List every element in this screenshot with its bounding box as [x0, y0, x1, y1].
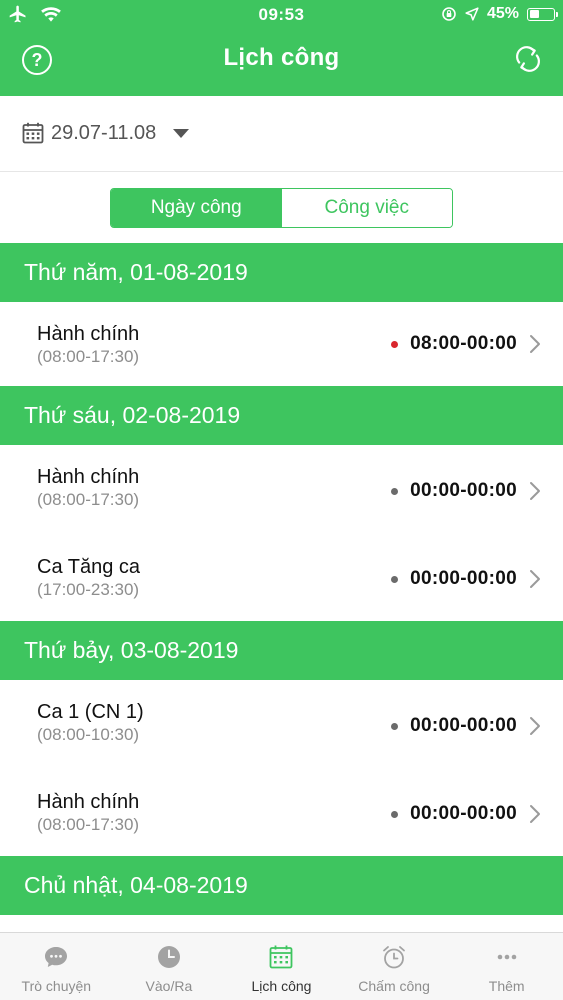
shift-hours: (17:00-23:30): [37, 580, 140, 599]
orientation-lock-icon: [442, 7, 456, 21]
chevron-right-icon: [530, 805, 540, 823]
shift-name: Ca Tăng ca: [37, 556, 141, 578]
shift-info: Ca Tăng ca (17:00-23:30): [37, 555, 140, 601]
chevron-right-icon: [530, 335, 540, 353]
shift-info: Ca 1 (CN 1) (08:00-10:30): [37, 700, 144, 746]
clock-icon: [157, 946, 180, 968]
day-header: Thứ sáu, 02-08-2019: [0, 386, 563, 445]
calendar-grid-icon: [270, 945, 293, 969]
day-header: Chủ nhật, 04-08-2019: [0, 856, 563, 915]
tab-clock[interactable]: Vào/Ra: [113, 933, 226, 1000]
tab-label: Vào/Ra: [145, 978, 193, 994]
shift-info: Hành chính (08:00-17:30): [37, 322, 139, 368]
tab-label: Chấm công: [358, 978, 430, 994]
shift-time: 08:00-00:00: [410, 333, 517, 354]
shift-status: 00:00-00:00: [391, 537, 541, 621]
date-filter-row[interactable]: 29.07-11.08: [0, 96, 563, 172]
tab-calendar-grid[interactable]: Lịch công: [225, 933, 338, 1000]
shift-info: Hành chính (08:00-17:30): [37, 790, 139, 836]
shift-info: Hành chính (08:00-17:30): [37, 465, 139, 511]
segment-ngay-cong[interactable]: Ngày công: [111, 189, 282, 227]
page-title: Lịch công: [223, 44, 340, 71]
shift-status: 00:00-00:00: [391, 680, 541, 772]
segment-cong-viec[interactable]: Công việc: [281, 189, 452, 227]
shift-name: Hành chính: [37, 791, 140, 813]
tab-more[interactable]: Thêm: [450, 933, 563, 1000]
shift-hours: (08:00-17:30): [37, 347, 140, 366]
shift-time: 00:00-00:00: [410, 803, 517, 824]
status-dot-icon: [391, 722, 399, 730]
shift-row[interactable]: Hành chính (08:00-17:30) 00:00-00:00: [0, 772, 563, 856]
tab-label: Trò chuyện: [21, 978, 92, 994]
status-dot-icon: [391, 575, 399, 583]
day-header: Thứ năm, 01-08-2019: [0, 243, 563, 302]
top-bar: 09:53 45% ? Lịch công: [0, 0, 563, 96]
segmented-control: Ngày công Công việc: [110, 188, 453, 228]
tab-chat[interactable]: Trò chuyện: [0, 933, 113, 1000]
chevron-right-icon: [530, 717, 540, 735]
status-right: 45%: [441, 5, 558, 23]
tab-bar: Trò chuyện Vào/Ra Lịch công Chấm công Thêm: [0, 932, 563, 1000]
shift-time: 00:00-00:00: [410, 568, 517, 589]
tab-label: Thêm: [488, 978, 525, 994]
shift-name: Hành chính: [37, 323, 140, 345]
shift-status: 00:00-00:00: [391, 772, 541, 856]
day-header: Thứ bảy, 03-08-2019: [0, 621, 563, 680]
more-icon: [497, 954, 516, 960]
shift-time: 00:00-00:00: [410, 715, 517, 736]
shift-row[interactable]: Hành chính (08:00-17:30) 00:00-00:00: [0, 445, 563, 537]
status-bar: 09:53 45%: [0, 0, 563, 30]
location-icon: [465, 7, 479, 21]
status-dot-icon: [391, 810, 399, 818]
shift-time: 00:00-00:00: [410, 480, 517, 501]
tab-alarm-clock[interactable]: Chấm công: [338, 933, 451, 1000]
battery-icon: [527, 7, 558, 21]
segment-area: Ngày công Công việc: [0, 172, 563, 243]
chat-icon: [45, 947, 68, 967]
caret-down-icon: [173, 129, 189, 138]
shift-status: 00:00-00:00: [391, 445, 541, 537]
tab-label: Lịch công: [251, 978, 312, 994]
shift-row[interactable]: Hành chính (08:00-17:30) 08:00-00:00: [0, 302, 563, 386]
alarm-clock-icon: [383, 946, 405, 969]
status-dot-icon: [391, 487, 399, 495]
date-range-value: 29.07-11.08: [51, 122, 157, 144]
battery-level: [529, 10, 540, 18]
calendar-icon: [22, 122, 44, 144]
chevron-right-icon: [530, 482, 540, 500]
shift-row[interactable]: Ca Tăng ca (17:00-23:30) 00:00-00:00: [0, 537, 563, 621]
status-dot-icon: [391, 340, 399, 348]
app-screen: 09:53 45% ? Lịch công 29.07-11.08 Ngày c…: [0, 0, 563, 1000]
shift-status: 08:00-00:00: [391, 302, 541, 386]
shift-hours: (08:00-10:30): [37, 725, 140, 744]
shift-hours: (08:00-17:30): [37, 490, 140, 509]
shift-name: Ca 1 (CN 1): [37, 701, 144, 723]
shift-list: Thứ năm, 01-08-2019 Hành chính (08:00-17:3…: [0, 243, 563, 999]
chevron-right-icon: [530, 570, 540, 588]
shift-row[interactable]: Ca 1 (CN 1) (08:00-10:30) 00:00-00:00: [0, 680, 563, 772]
battery-percent: 45%: [486, 5, 519, 22]
refresh-icon[interactable]: [513, 44, 543, 74]
shift-hours: (08:00-17:30): [37, 815, 140, 834]
shift-name: Hành chính: [37, 466, 140, 488]
